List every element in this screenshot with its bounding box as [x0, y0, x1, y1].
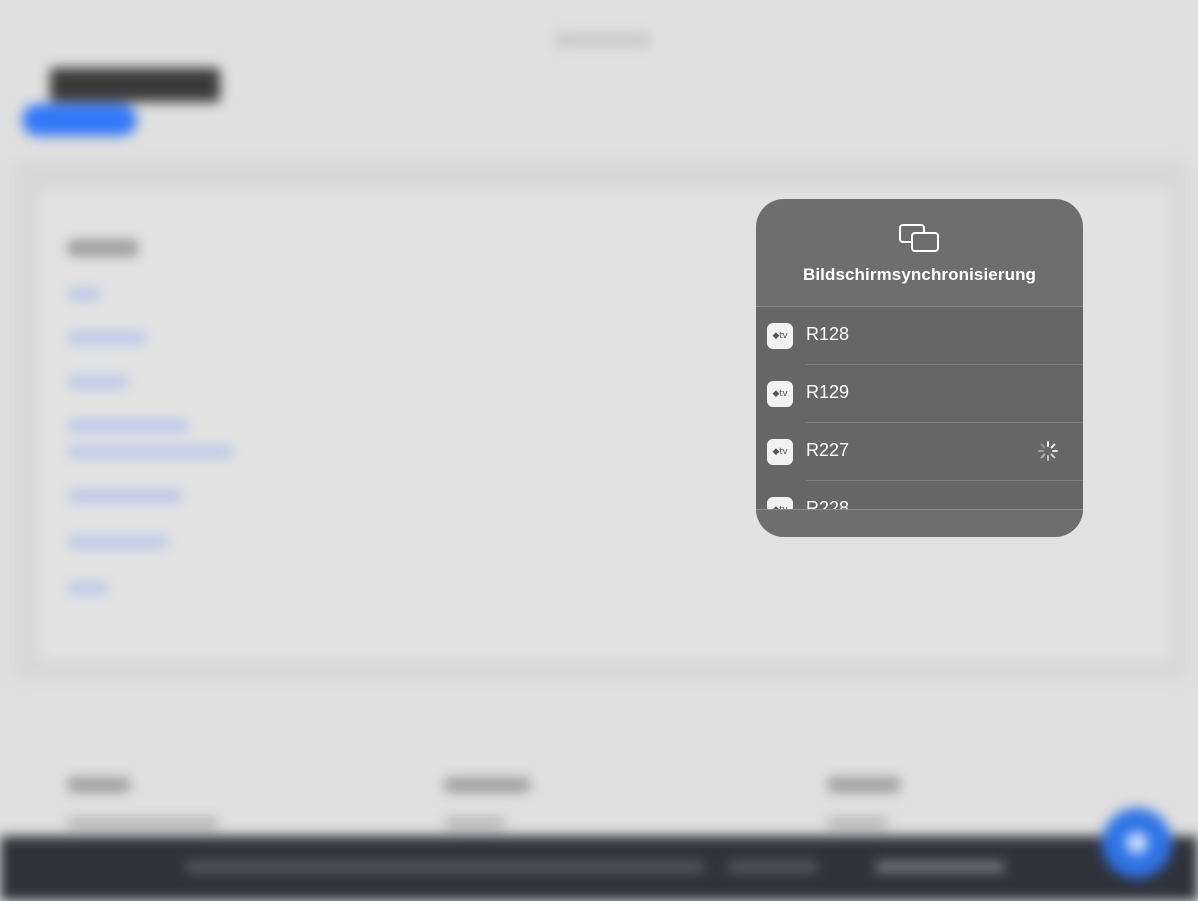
- blurred-floating-button-icon: [1126, 832, 1148, 854]
- blurred-bottom-text: [728, 862, 818, 872]
- blurred-link: [68, 536, 168, 548]
- screen-mirroring-icon: [899, 224, 939, 252]
- blurred-footer-heading: [445, 778, 530, 792]
- blurred-footer-heading: [68, 778, 130, 792]
- blurred-section-heading: [68, 240, 138, 256]
- blurred-link: [68, 288, 100, 300]
- screen-mirroring-title: Bildschirmsynchronisierung: [802, 265, 1037, 284]
- apple-tv-icon: ◆tv: [767, 323, 793, 349]
- device-row-r228[interactable]: ◆tv R228: [756, 481, 1083, 509]
- screen: Bildschirmsynchronisierung ◆tv R128 ◆tv …: [0, 0, 1198, 901]
- blurred-link: [68, 332, 146, 344]
- blurred-link: [68, 582, 108, 594]
- blurred-footer-text: [68, 818, 218, 828]
- blurred-page-title: [555, 33, 650, 47]
- blurred-bottom-text: [185, 862, 705, 872]
- device-name: R227: [806, 440, 850, 460]
- apple-tv-icon: ◆tv: [767, 497, 793, 509]
- blurred-logo: [50, 68, 220, 102]
- blurred-footer-text: [445, 818, 505, 828]
- device-list: ◆tv R128 ◆tv R129 ◆tv R227 R228: [756, 307, 1083, 509]
- blurred-link: [68, 420, 188, 432]
- blurred-blue-button: [22, 104, 137, 136]
- loading-spinner-icon: [1038, 441, 1058, 461]
- screen-mirroring-panel: Bildschirmsynchronisierung ◆tv R128 ◆tv …: [756, 199, 1083, 537]
- device-name: R129: [806, 382, 850, 402]
- blurred-link: [68, 376, 128, 388]
- blurred-link: [68, 490, 183, 502]
- blurred-footer-text: [828, 818, 888, 828]
- blurred-footer-heading: [828, 778, 900, 792]
- device-name: R128: [806, 324, 850, 344]
- panel-footer: [756, 510, 1083, 537]
- device-row-r128[interactable]: ◆tv R128: [756, 307, 1083, 365]
- device-row-r129[interactable]: ◆tv R129: [756, 365, 1083, 423]
- screen-mirroring-header: Bildschirmsynchronisierung: [756, 199, 1083, 307]
- device-name: R228: [806, 498, 850, 509]
- blurred-link: [68, 446, 233, 458]
- device-row-r227[interactable]: ◆tv R227: [756, 423, 1083, 481]
- apple-tv-icon: ◆tv: [767, 439, 793, 465]
- apple-tv-icon: ◆tv: [767, 381, 793, 407]
- blurred-bottom-button: [875, 862, 1005, 872]
